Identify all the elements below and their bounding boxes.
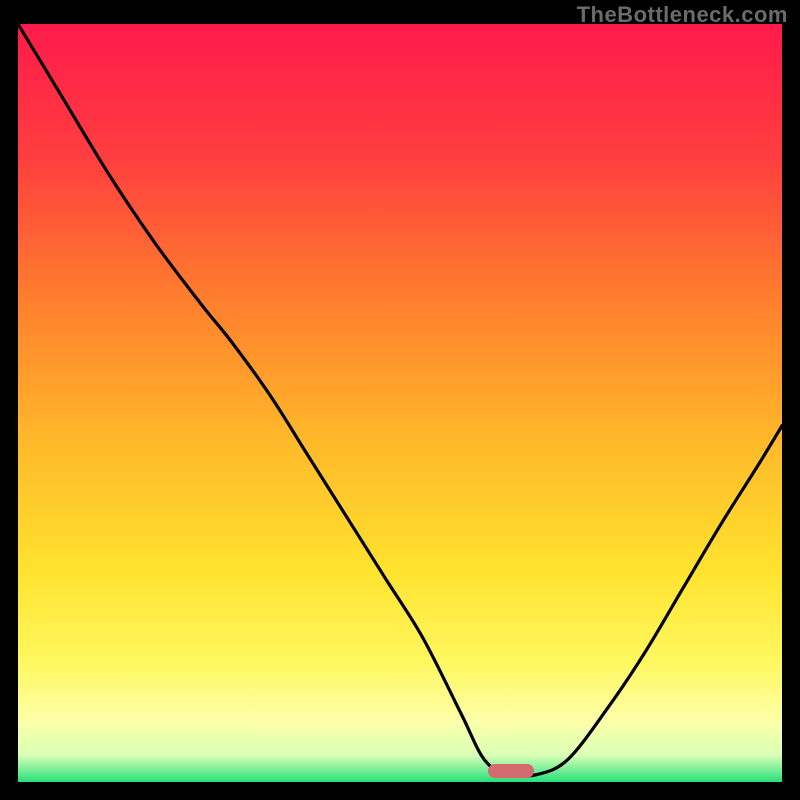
optimal-marker xyxy=(488,764,534,778)
chart-frame xyxy=(18,24,782,782)
gradient-background xyxy=(18,24,782,782)
bottleneck-chart xyxy=(18,24,782,782)
